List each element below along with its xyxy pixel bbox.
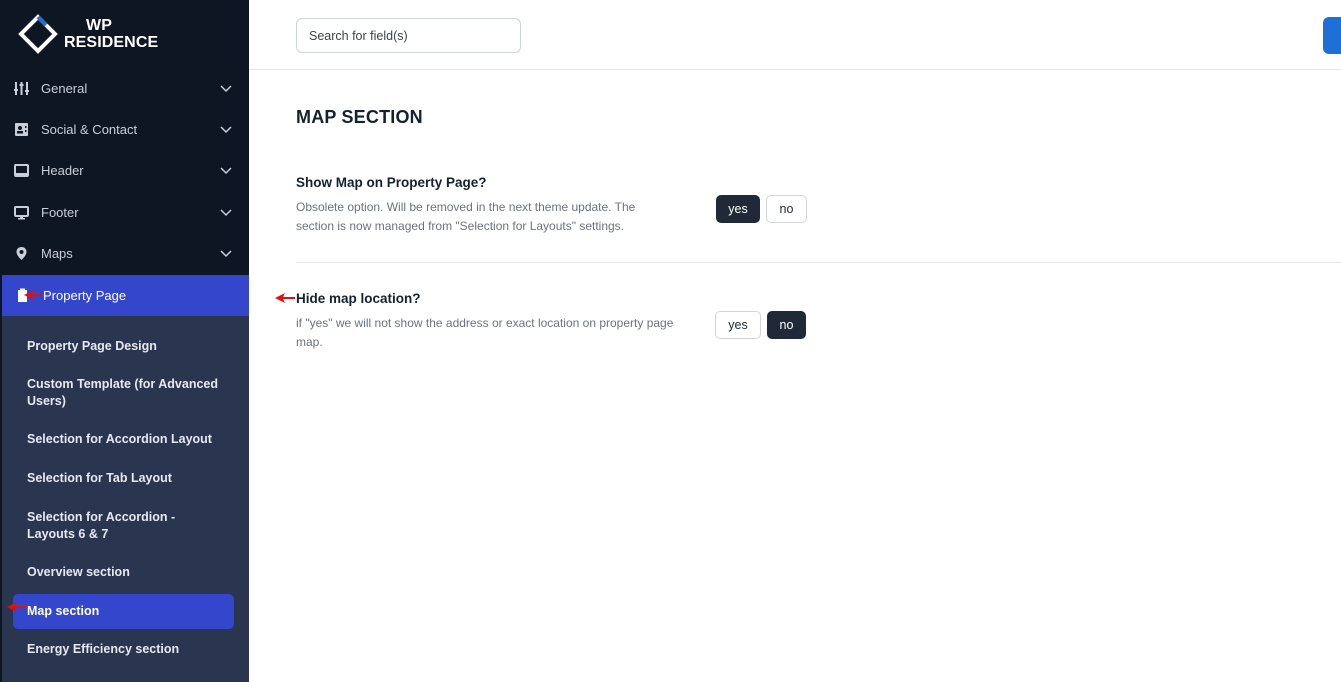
sidebar-item-label: Social & Contact xyxy=(41,122,138,137)
hide-map-location-yes-button[interactable]: yes xyxy=(715,311,761,339)
chevron-down-icon xyxy=(220,85,232,93)
submenu-item-map-section[interactable]: Map section xyxy=(13,594,234,629)
map-pin-icon xyxy=(16,247,27,260)
sidebar-item-header[interactable]: Header xyxy=(0,150,249,191)
submenu-item-custom-template[interactable]: Custom Template (for Advanced Users) xyxy=(13,376,234,410)
window-icon xyxy=(14,164,29,177)
chevron-down-icon xyxy=(220,209,232,217)
page-title: MAP SECTION xyxy=(296,107,423,127)
chevron-down-icon xyxy=(220,167,232,175)
sliders-icon xyxy=(14,82,29,95)
submenu-item-tab-layout[interactable]: Selection for Tab Layout xyxy=(13,470,234,487)
chevron-down-icon xyxy=(220,250,232,258)
brand-name: WP RESIDENCE xyxy=(64,17,158,51)
sidebar-item-social-contact[interactable]: Social & Contact xyxy=(0,109,249,150)
top-bar xyxy=(249,0,1341,70)
option-title-show-map: Show Map on Property Page? xyxy=(296,175,487,190)
option-description-show-map: Obsolete option. Will be removed in the … xyxy=(296,200,636,233)
submenu-item-property-page-design[interactable]: Property Page Design xyxy=(13,338,234,355)
sidebar-item-label: Footer xyxy=(41,205,79,220)
option-description-hide-map-location: if "yes" we will not show the address or… xyxy=(296,316,674,349)
sidebar-item-footer[interactable]: Footer xyxy=(0,192,249,233)
annotation-arrow-icon xyxy=(24,290,42,300)
show-map-no-button[interactable]: no xyxy=(766,195,807,223)
submenu-item-overview-section[interactable]: Overview section xyxy=(13,564,234,581)
brand-line-2: RESIDENCE xyxy=(64,34,159,51)
save-button[interactable] xyxy=(1323,17,1341,54)
submenu-item-accordion-layouts-6-7[interactable]: Selection for Accordion - Layouts 6 & 7 xyxy=(13,509,234,543)
search-input[interactable] xyxy=(296,18,521,53)
sidebar-item-label: Property Page xyxy=(43,288,127,303)
sidebar: WP RESIDENCE General Social & Contact He… xyxy=(0,0,249,682)
option-title-hide-map-location: Hide map location? xyxy=(296,291,421,306)
chevron-down-icon xyxy=(220,126,232,134)
brand-logo[interactable]: WP RESIDENCE xyxy=(18,12,158,56)
sidebar-item-label: General xyxy=(41,81,88,96)
divider xyxy=(296,262,1341,263)
annotation-arrow-icon xyxy=(7,602,27,612)
monitor-icon xyxy=(14,206,29,220)
sidebar-item-label: Maps xyxy=(41,246,73,261)
sidebar-item-general[interactable]: General xyxy=(0,68,249,109)
submenu-item-energy-efficiency-section[interactable]: Energy Efficiency section xyxy=(13,641,234,658)
annotation-arrow-icon xyxy=(275,293,295,303)
show-map-yes-button[interactable]: yes xyxy=(716,195,760,223)
hide-map-location-no-button[interactable]: no xyxy=(767,311,806,339)
contact-card-icon xyxy=(15,123,28,136)
app-window: WP RESIDENCE General Social & Contact He… xyxy=(0,0,1341,682)
brand-line-1: WP xyxy=(86,17,112,34)
logo-icon xyxy=(18,14,58,54)
submenu-item-accordion-layout[interactable]: Selection for Accordion Layout xyxy=(13,431,234,448)
sidebar-item-maps[interactable]: Maps xyxy=(0,233,249,274)
sidebar-item-label: Header xyxy=(41,163,84,178)
